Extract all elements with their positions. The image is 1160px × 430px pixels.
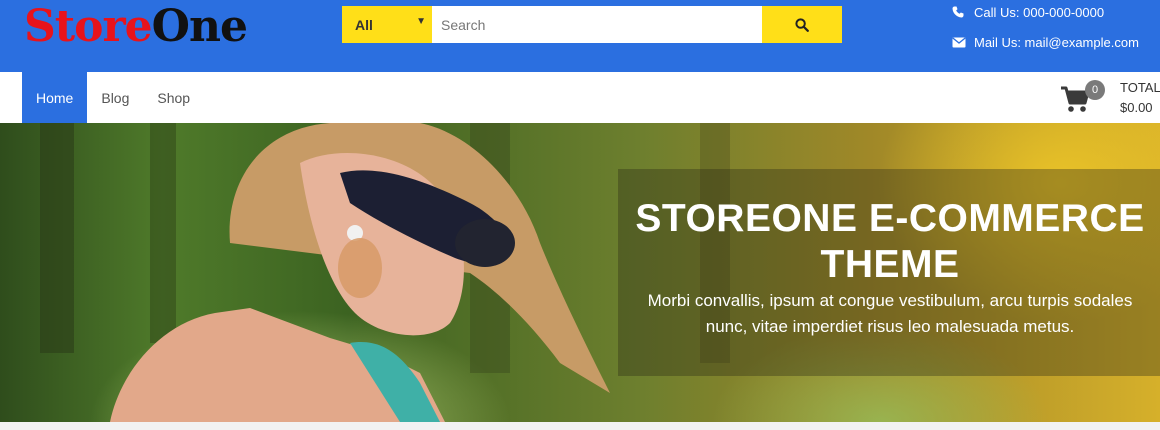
mail-icon xyxy=(952,36,974,48)
hero-banner[interactable]: STOREONE E-COMMERCE THEME Morbi convalli… xyxy=(0,123,1160,422)
contact-phone[interactable]: Call Us: 000-000-0000 xyxy=(952,0,1104,24)
cart-button[interactable]: 0 xyxy=(1060,79,1105,113)
nav-item-blog[interactable]: Blog xyxy=(87,72,143,123)
logo-text-store: Store xyxy=(24,1,153,52)
page-divider xyxy=(0,422,1160,430)
search-bar: All ▼ xyxy=(342,6,842,43)
nav-item-shop[interactable]: Shop xyxy=(143,72,204,123)
search-icon xyxy=(795,17,809,32)
cart-total-label: TOTAL xyxy=(1120,80,1160,95)
nav-item-home[interactable]: Home xyxy=(22,72,88,123)
top-header: StoreOne All ▼ Call Us: 000-000-0000 xyxy=(0,0,1160,72)
hero-subtitle: Morbi convallis, ipsum at congue vestibu… xyxy=(647,291,1133,336)
site-logo[interactable]: StoreOne xyxy=(24,1,248,52)
search-button[interactable] xyxy=(762,6,842,43)
cart-total[interactable]: TOTAL $0.00 xyxy=(1120,78,1160,118)
logo-text-one: One xyxy=(151,1,248,52)
hero-title: STOREONE E-COMMERCE THEME xyxy=(635,197,1145,286)
phone-icon xyxy=(952,6,974,18)
search-category-value: All xyxy=(355,17,373,33)
main-menu: Home Blog Shop xyxy=(22,72,204,123)
cart-count-badge: 0 xyxy=(1085,80,1105,100)
contact-email-text: Mail Us: mail@example.com xyxy=(974,34,1139,50)
search-input[interactable] xyxy=(432,6,762,43)
contact-email[interactable]: Mail Us: mail@example.com xyxy=(952,30,1139,54)
main-navbar: Home Blog Shop 0 TOTAL $0.00 xyxy=(0,72,1160,123)
search-category-select[interactable]: All ▼ xyxy=(342,6,432,43)
cart-total-value: $0.00 xyxy=(1120,100,1153,115)
contact-phone-text: Call Us: 000-000-0000 xyxy=(974,4,1105,20)
chevron-down-icon: ▼ xyxy=(416,16,426,27)
